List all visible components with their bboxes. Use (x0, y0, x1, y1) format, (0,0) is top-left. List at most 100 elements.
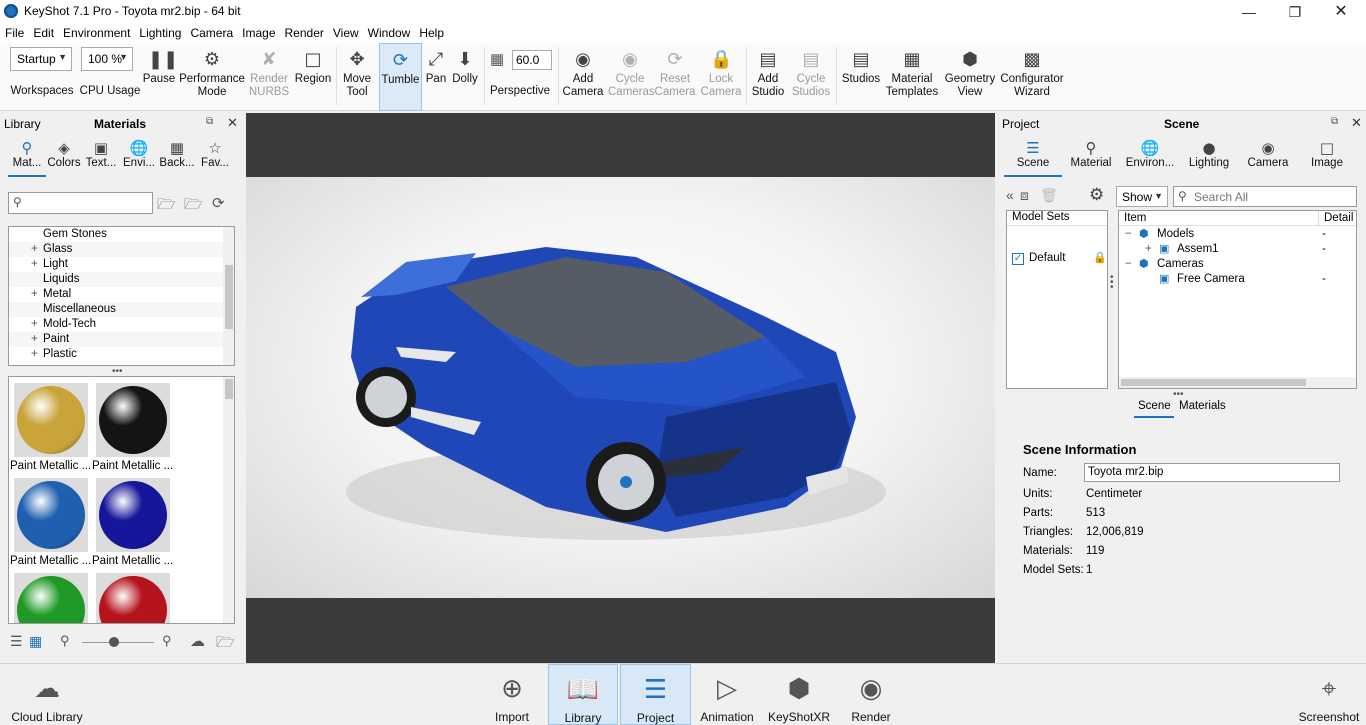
move-tool-button[interactable]: ✥ Move Tool (339, 43, 375, 111)
column-item[interactable]: Item (1124, 212, 1146, 224)
material-templates-button[interactable]: ▦ Material Templates (884, 43, 940, 111)
tree-item[interactable]: + Mold-Tech (9, 317, 223, 332)
render-button[interactable]: ◉ Render (842, 664, 900, 725)
studios-button[interactable]: ▤ Studios (840, 43, 882, 111)
screenshot-button[interactable]: ⌖ Screenshot (1294, 664, 1364, 725)
list-view-icon[interactable]: ☰ (10, 633, 23, 650)
perspective-label[interactable]: Perspective (488, 43, 552, 111)
scene-tree-row[interactable]: − ⬢ Models - (1119, 227, 1356, 242)
tab-image[interactable]: □ Image (1298, 139, 1356, 169)
library-search-input[interactable]: ⚲ (8, 192, 153, 214)
configurator-wizard-button[interactable]: ▩ Configurator Wizard (999, 43, 1065, 111)
menu-camera[interactable]: Camera (185, 24, 237, 40)
render-image[interactable] (246, 177, 995, 598)
material-thumbnail[interactable] (14, 573, 88, 623)
material-thumbnail[interactable] (14, 383, 88, 457)
material-thumbnail[interactable] (96, 478, 170, 552)
menu-render[interactable]: Render (280, 24, 328, 40)
animation-button[interactable]: ▷ Animation (698, 664, 756, 725)
material-thumbnail[interactable] (96, 383, 170, 457)
tab-environment[interactable]: 🌐 Environ... (1120, 139, 1180, 169)
menu-edit[interactable]: Edit (28, 24, 58, 40)
menu-lighting[interactable]: Lighting (134, 24, 185, 40)
keyshotxr-button[interactable]: ⬢ KeyShotXR (766, 664, 832, 725)
grid-view-icon[interactable]: ▦ (29, 633, 42, 650)
menu-help[interactable]: Help (414, 24, 448, 40)
cycle-studios-button[interactable]: ▤ Cycle Studios (790, 43, 832, 111)
add-camera-button[interactable]: ◉ Add Camera (561, 43, 605, 111)
render-nurbs-button[interactable]: ✘ Render NURBS (248, 43, 290, 111)
performance-mode-button[interactable]: ⚙ Performance Mode (179, 43, 245, 111)
dolly-button[interactable]: ⬇ Dolly (450, 43, 480, 111)
scene-add-icon[interactable]: ⧈ (1020, 187, 1029, 204)
gear-icon[interactable]: ⚙ (1089, 185, 1104, 205)
collapse-left-icon[interactable]: « (1006, 187, 1014, 203)
tree-item[interactable]: Liquids (9, 272, 223, 287)
splitter-handle[interactable]: • • • (1110, 273, 1114, 293)
tab-lighting[interactable]: ● Lighting (1180, 139, 1238, 169)
expand-icon[interactable]: + (1145, 242, 1155, 257)
library-button[interactable]: 📖 Library (548, 664, 618, 725)
expand-icon[interactable]: + (31, 332, 43, 347)
expand-icon[interactable]: + (31, 317, 43, 332)
expand-icon[interactable]: − (1125, 257, 1135, 272)
scrollbar-thumb[interactable] (225, 265, 233, 329)
pan-button[interactable]: ⤢ Pan (424, 43, 448, 111)
tree-hscrollbar[interactable] (1119, 377, 1356, 388)
tab-materials[interactable]: ⚲ Mat... (8, 139, 46, 169)
expand-icon[interactable]: + (31, 347, 43, 362)
expand-icon[interactable]: − (1125, 227, 1135, 242)
restore-icon[interactable]: ❐ (1275, 2, 1315, 22)
tab-textures[interactable]: ▣ Text... (82, 139, 120, 169)
scene-search-input[interactable]: ⚲ Search All (1173, 186, 1357, 207)
close-icon[interactable]: ✕ (1321, 2, 1361, 22)
cycle-cameras-button[interactable]: ◉ Cycle Cameras (608, 43, 655, 111)
tree-item[interactable]: Miscellaneous (9, 302, 223, 317)
project-button[interactable]: ☰ Project (620, 664, 691, 725)
pause-button[interactable]: ❚❚ Pause (142, 43, 178, 111)
tree-item[interactable]: + Light (9, 257, 223, 272)
tab-colors[interactable]: ◈ Colors (46, 139, 82, 169)
add-studio-button[interactable]: ▤ Add Studio (749, 43, 787, 111)
expand-icon[interactable]: + (31, 242, 43, 257)
undock-icon[interactable]: ⧉ (1331, 116, 1338, 127)
column-detail[interactable]: Detail (1324, 212, 1353, 224)
tab-environments[interactable]: 🌐 Envi... (120, 139, 158, 169)
tab-material[interactable]: ⚲ Material (1062, 139, 1120, 169)
tumble-button[interactable]: ⟳ Tumble (379, 43, 422, 111)
reset-camera-button[interactable]: ⟳ Reset Camera (654, 43, 696, 111)
tab-backplates[interactable]: ▦ Back... (158, 139, 196, 169)
subtab-scene[interactable]: Scene (1138, 400, 1171, 412)
tree-item[interactable]: Gem Stones (9, 227, 223, 242)
menu-image[interactable]: Image (237, 24, 279, 40)
folder-share-icon[interactable]: 🗁 (216, 632, 235, 657)
menu-environment[interactable]: Environment (58, 24, 134, 40)
zoom-out-icon[interactable]: ⚲ (60, 633, 70, 649)
resize-handle[interactable]: ••• (1173, 389, 1184, 400)
material-thumbnail[interactable] (14, 478, 88, 552)
cloud-library-button[interactable]: ☁ Cloud Library (10, 664, 84, 725)
scene-tree-row[interactable]: ▣ Free Camera - (1119, 272, 1356, 287)
region-button[interactable]: □ Region (293, 43, 333, 111)
material-thumbnail[interactable] (96, 573, 170, 623)
default-checkbox[interactable]: ✓ (1012, 253, 1024, 265)
scene-tree-row[interactable]: + ▣ Assem1 - (1119, 242, 1356, 257)
scene-name-input[interactable]: Toyota mr2.bip (1084, 463, 1340, 482)
menu-view[interactable]: View (328, 24, 363, 40)
close-icon[interactable]: ✕ (1351, 115, 1362, 131)
tree-item[interactable]: + Plastic (9, 347, 223, 362)
lock-icon[interactable]: 🔒 (1093, 251, 1107, 264)
slider-thumb[interactable] (109, 637, 119, 647)
add-folder-icon[interactable]: 🗁 (157, 194, 176, 219)
undock-icon[interactable]: ⧉ (206, 116, 213, 127)
tree-item[interactable]: + Metal (9, 287, 223, 302)
tab-camera[interactable]: ◉ Camera (1238, 139, 1298, 169)
thumbs-scrollbar[interactable] (223, 377, 234, 623)
menu-window[interactable]: Window (363, 24, 415, 40)
model-set-default[interactable]: Default (1029, 252, 1065, 264)
import-button[interactable]: ⊕ Import (484, 664, 540, 725)
geometry-view-button[interactable]: ⬢ Geometry View (943, 43, 997, 111)
tab-favorites[interactable]: ☆ Fav... (196, 139, 234, 169)
lock-camera-button[interactable]: 🔒 Lock Camera (700, 43, 742, 111)
tree-item[interactable]: + Glass (9, 242, 223, 257)
